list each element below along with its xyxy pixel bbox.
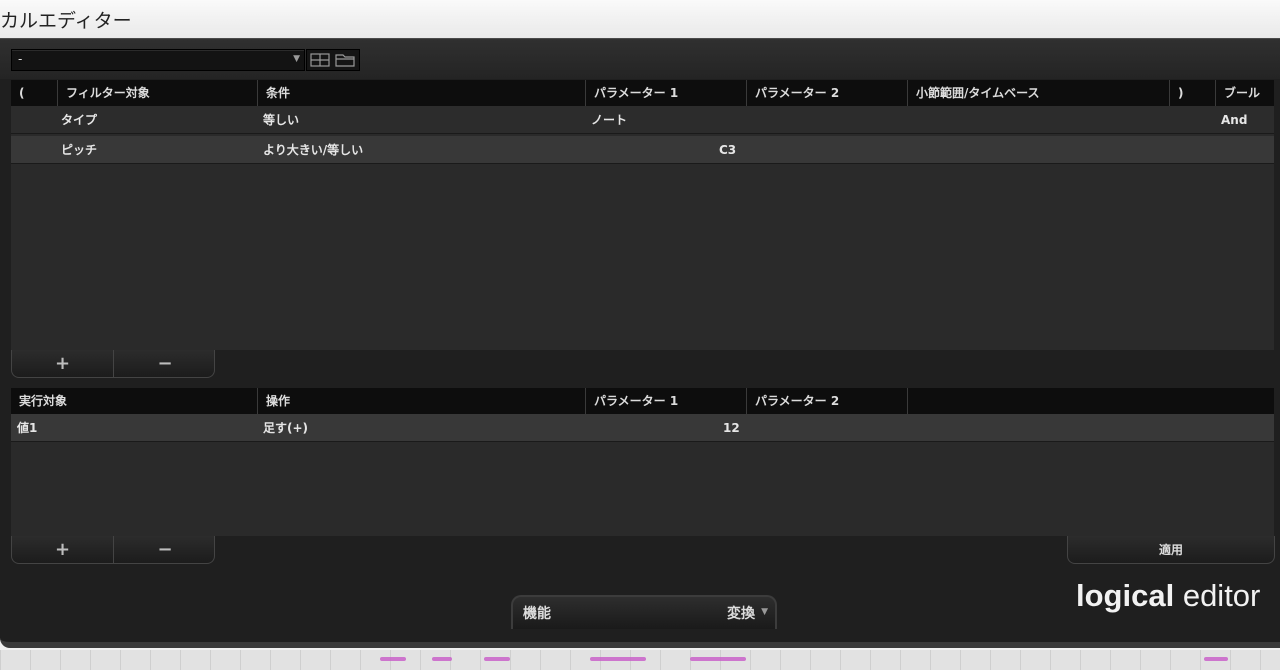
brand-light: editor <box>1182 578 1261 613</box>
condition-cell[interactable]: より大きい/等しい <box>263 136 363 164</box>
window-title: カルエディター <box>0 10 132 32</box>
preset-icon-buttons <box>306 49 360 71</box>
midi-note <box>380 657 406 661</box>
col-operation[interactable]: 操作 <box>257 388 585 414</box>
midi-note <box>690 657 746 661</box>
action-row-buttons: + − <box>11 536 215 564</box>
midi-note <box>432 657 452 661</box>
col-action-param2[interactable]: パラメーター 2 <box>746 388 907 414</box>
table-row[interactable]: 値1 足す(+) 12 <box>11 414 1274 442</box>
param1-cell[interactable]: ノート <box>591 106 627 134</box>
table-row[interactable]: ピッチ より大きい/等しい C3 <box>11 136 1274 164</box>
action-table: 実行対象 操作 パラメーター 1 パラメーター 2 値1 足す(+) 12 <box>11 388 1274 536</box>
chevron-down-icon: ▼ <box>761 607 768 617</box>
logical-editor-logo: logical editor <box>1076 578 1260 614</box>
add-action-row-button[interactable]: + <box>12 536 114 563</box>
toolbar: - ▼ <box>0 38 1280 79</box>
midi-note <box>484 657 510 661</box>
brand-bold: logical <box>1076 578 1175 613</box>
midi-note <box>590 657 646 661</box>
action-target-cell[interactable]: 値1 <box>17 414 37 442</box>
col-filter-target[interactable]: フィルター対象 <box>57 80 257 106</box>
action-param1-cell[interactable]: 12 <box>723 414 740 442</box>
table-row[interactable]: タイプ 等しい ノート And <box>11 106 1274 134</box>
col-action-target[interactable]: 実行対象 <box>11 388 257 414</box>
logical-editor-window: - ▼ ( フィルター対象 条件 パラメーター 1 パラメーター 2 小節範囲/… <box>0 38 1280 648</box>
col-param2[interactable]: パラメーター 2 <box>746 80 907 106</box>
function-label: 機能 <box>523 606 551 622</box>
filter-target-cell[interactable]: タイプ <box>61 106 97 134</box>
remove-filter-row-button[interactable]: − <box>114 350 216 377</box>
function-value: 変換 <box>727 606 755 622</box>
col-empty <box>907 388 1274 414</box>
chevron-down-icon: ▼ <box>293 54 300 64</box>
param1-cell[interactable]: C3 <box>719 136 736 164</box>
col-action-param1[interactable]: パラメーター 1 <box>585 388 746 414</box>
condition-cell[interactable]: 等しい <box>263 106 299 134</box>
function-selector[interactable]: 機能 変換 ▼ <box>511 595 777 629</box>
midi-note <box>1204 657 1228 661</box>
folder-icon[interactable] <box>335 53 355 67</box>
col-open-paren[interactable]: ( <box>11 80 57 106</box>
arrange-area-strip <box>0 650 1280 670</box>
col-boolean[interactable]: ブール <box>1215 80 1274 106</box>
filter-table: ( フィルター対象 条件 パラメーター 1 パラメーター 2 小節範囲/タイムベ… <box>11 80 1274 350</box>
col-param1[interactable]: パラメーター 1 <box>585 80 746 106</box>
filter-target-cell[interactable]: ピッチ <box>61 136 97 164</box>
col-condition[interactable]: 条件 <box>257 80 585 106</box>
filter-row-buttons: + − <box>11 350 215 378</box>
store-preset-icon[interactable] <box>310 53 330 67</box>
title-bar: カルエディター <box>0 0 1280 39</box>
filter-table-header: ( フィルター対象 条件 パラメーター 1 パラメーター 2 小節範囲/タイムベ… <box>11 80 1274 106</box>
action-table-header: 実行対象 操作 パラメーター 1 パラメーター 2 <box>11 388 1274 414</box>
operation-cell[interactable]: 足す(+) <box>263 414 308 442</box>
add-filter-row-button[interactable]: + <box>12 350 114 377</box>
boolean-cell[interactable]: And <box>1221 106 1247 134</box>
col-bar-range[interactable]: 小節範囲/タイムベース <box>907 80 1169 106</box>
remove-action-row-button[interactable]: − <box>114 536 216 563</box>
preset-select-value: - <box>18 52 23 66</box>
preset-select[interactable]: - ▼ <box>11 49 305 71</box>
apply-button[interactable]: 適用 <box>1067 536 1275 564</box>
col-close-paren[interactable]: ) <box>1169 80 1215 106</box>
